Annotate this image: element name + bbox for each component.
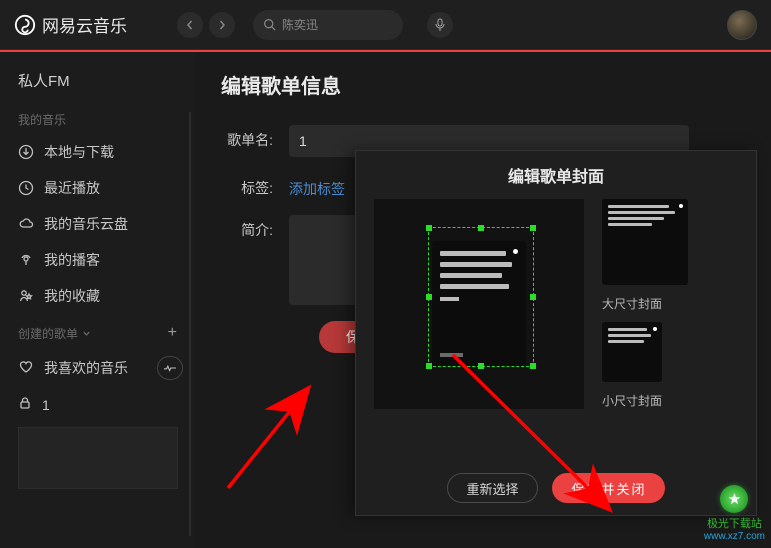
cover-dialog-title: 编辑歌单封面 xyxy=(374,163,738,187)
add-tags-link[interactable]: 添加标签 xyxy=(289,173,345,199)
download-icon xyxy=(18,144,34,160)
page-title: 编辑歌单信息 xyxy=(221,70,745,99)
sidebar-item-label: 我的收藏 xyxy=(44,286,100,306)
star-person-icon xyxy=(18,288,34,304)
sidebar-item-podcast[interactable]: 我的播客 xyxy=(0,242,195,278)
chevron-down-icon[interactable] xyxy=(82,329,91,338)
sidebar-item-collection[interactable]: 我的收藏 xyxy=(0,278,195,314)
nav-back-button[interactable] xyxy=(177,12,203,38)
watermark: ★ 极光下载站 www.xz7.com xyxy=(704,485,765,542)
preview-small xyxy=(602,322,662,382)
sidebar-playlist-thumb[interactable] xyxy=(18,427,178,489)
watermark-star-icon: ★ xyxy=(720,485,748,513)
label-intro: 简介: xyxy=(221,215,273,241)
sidebar-item-cloud[interactable]: 我的音乐云盘 xyxy=(0,206,195,242)
sidebar-item-locked[interactable]: 1 xyxy=(0,388,195,421)
sidebar-item-local[interactable]: 本地与下载 xyxy=(0,134,195,170)
sidebar-item-label: 1 xyxy=(42,397,50,413)
search-input[interactable]: 陈奕迅 xyxy=(253,10,403,40)
sidebar-personal-fm[interactable]: 私人FM xyxy=(0,62,195,99)
voice-search-button[interactable] xyxy=(427,12,453,38)
preview-small-label: 小尺寸封面 xyxy=(602,392,662,409)
crop-handle[interactable] xyxy=(426,363,432,369)
cover-actions: 重新选择 保存并关闭 xyxy=(374,473,738,503)
save-close-button[interactable]: 保存并关闭 xyxy=(552,473,665,503)
chevron-right-icon xyxy=(217,20,227,30)
sidebar-group-created: 创建的歌单 + xyxy=(0,314,195,348)
cover-previews: 大尺寸封面 小尺寸封面 xyxy=(602,199,688,459)
label-tags: 标签: xyxy=(221,173,273,199)
app-name: 网易云音乐 xyxy=(42,12,127,37)
sidebar-scrollbar[interactable] xyxy=(189,112,191,536)
label-playlist-name: 歌单名: xyxy=(221,125,273,151)
search-placeholder: 陈奕迅 xyxy=(282,16,318,33)
sidebar-item-label: 本地与下载 xyxy=(44,142,114,162)
add-playlist-button[interactable]: + xyxy=(168,324,177,342)
search-icon xyxy=(263,18,276,31)
watermark-text: 极光下载站 xyxy=(707,515,762,531)
heart-beat-button[interactable] xyxy=(157,356,183,380)
crop-handle[interactable] xyxy=(478,225,484,231)
cover-edit-dialog: 编辑歌单封面 大 xyxy=(355,150,757,516)
crop-handle[interactable] xyxy=(530,363,536,369)
netease-logo-icon xyxy=(14,14,36,36)
sidebar-item-recent[interactable]: 最近播放 xyxy=(0,170,195,206)
preview-large xyxy=(602,199,688,285)
podcast-icon xyxy=(18,252,34,268)
crop-handle[interactable] xyxy=(426,294,432,300)
mic-icon xyxy=(434,18,446,32)
sidebar-item-label: 我的音乐云盘 xyxy=(44,214,128,234)
nav-forward-button[interactable] xyxy=(209,12,235,38)
heartbeat-icon xyxy=(163,362,177,374)
crop-handle[interactable] xyxy=(530,294,536,300)
reselect-button[interactable]: 重新选择 xyxy=(447,473,537,503)
watermark-url: www.xz7.com xyxy=(704,531,765,542)
cover-crop-area[interactable] xyxy=(374,199,584,409)
crop-handle[interactable] xyxy=(478,363,484,369)
sidebar: 私人FM 我的音乐 本地与下载 最近播放 我的音乐云盘 我的播客 我的收藏 创建… xyxy=(0,52,195,548)
header-bar: 网易云音乐 陈奕迅 xyxy=(0,0,771,50)
sidebar-item-label: 我的播客 xyxy=(44,250,100,270)
crop-selection[interactable] xyxy=(428,227,534,367)
sidebar-item-label: 我喜欢的音乐 xyxy=(44,358,128,378)
sidebar-group-my-music: 我的音乐 xyxy=(0,99,195,134)
sidebar-item-liked[interactable]: 我喜欢的音乐 xyxy=(0,348,195,388)
crop-handle[interactable] xyxy=(426,225,432,231)
nav-arrows xyxy=(177,12,235,38)
lock-icon xyxy=(18,396,32,413)
sidebar-group-label: 创建的歌单 xyxy=(18,325,78,342)
chevron-left-icon xyxy=(185,20,195,30)
sidebar-item-label: 最近播放 xyxy=(44,178,100,198)
preview-large-label: 大尺寸封面 xyxy=(602,295,662,312)
logo: 网易云音乐 xyxy=(14,12,127,37)
crop-handle[interactable] xyxy=(530,225,536,231)
avatar[interactable] xyxy=(727,10,757,40)
clock-icon xyxy=(18,180,34,196)
cloud-icon xyxy=(18,216,34,232)
heart-outline-icon xyxy=(18,359,34,378)
